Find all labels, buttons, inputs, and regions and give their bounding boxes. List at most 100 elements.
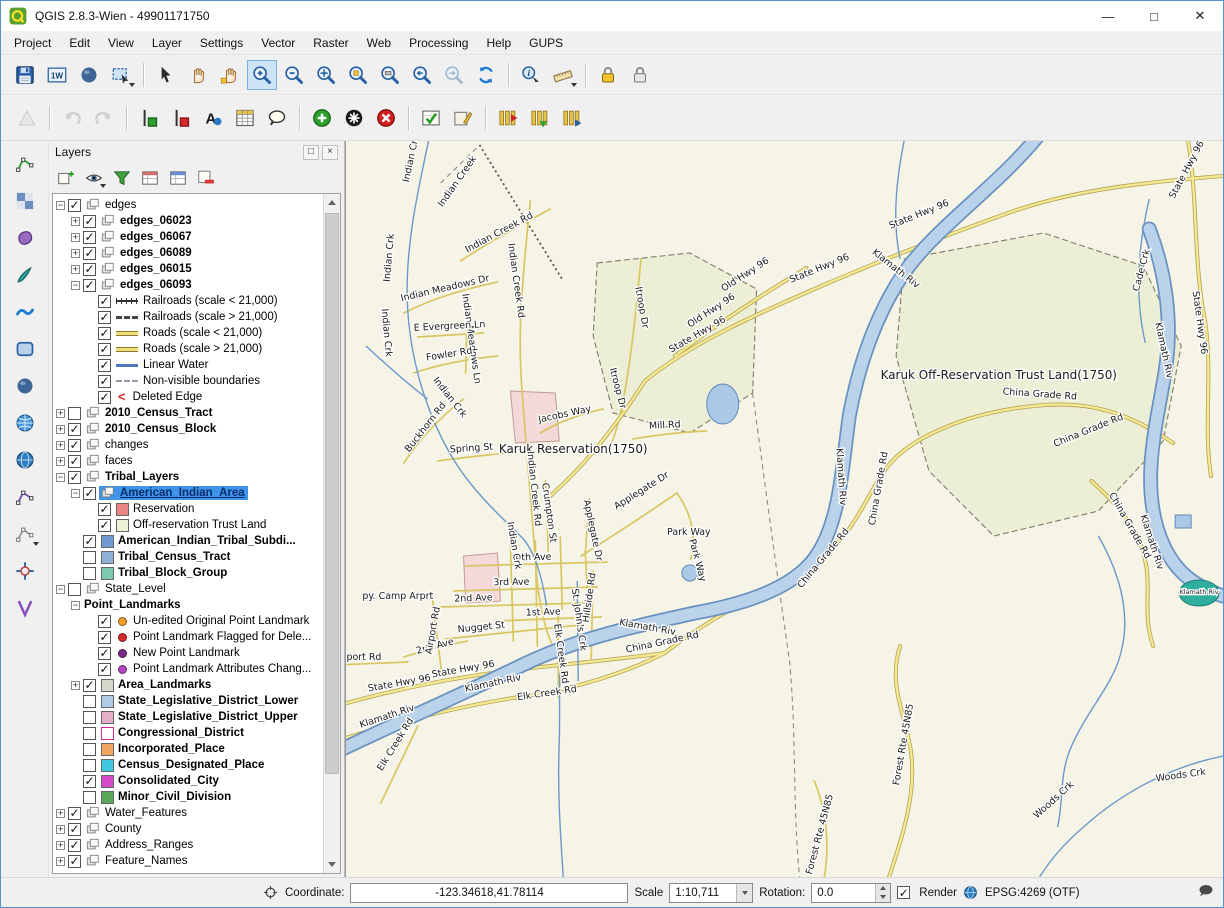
expander-plus-icon[interactable]: + [56,441,65,450]
expander-plus-icon[interactable]: + [56,857,65,866]
dropdown-arrow-icon[interactable] [100,184,106,188]
vertex-more-button[interactable] [10,519,40,549]
polygon-edit-button[interactable] [10,223,40,253]
expander-minus-icon[interactable]: − [56,585,65,594]
close-button[interactable]: ✕ [1177,1,1223,31]
visibility-checkbox[interactable] [98,663,111,676]
map-notes-button[interactable] [262,103,292,133]
zoom-1w-button[interactable]: 1W [42,60,72,90]
crosshair-tool-button[interactable] [10,556,40,586]
visibility-checkbox[interactable] [68,839,81,852]
menu-layer[interactable]: Layer [143,32,191,54]
layer-item-state-legislative-district-lower[interactable]: State_Legislative_District_Lower [53,693,323,709]
menu-vector[interactable]: Vector [252,32,304,54]
visibility-checkbox[interactable] [83,695,96,708]
spin-up-button[interactable] [876,884,890,893]
map-tips-button[interactable] [74,60,104,90]
menu-gups[interactable]: GUPS [520,32,572,54]
visibility-checkbox[interactable] [68,455,81,468]
layer-item-incorporated-place[interactable]: Incorporated_Place [53,741,323,757]
collapse-all-button[interactable] [165,165,191,191]
visibility-checkbox[interactable] [68,199,81,212]
layer-item-address-ranges[interactable]: +Address_Ranges [53,837,323,853]
menu-raster[interactable]: Raster [304,32,357,54]
layer-item-faces[interactable]: +faces [53,453,323,469]
save-button[interactable] [10,60,40,90]
geometry-edit-button[interactable] [448,103,478,133]
messages-icon[interactable] [1197,883,1215,902]
zoom-in-button[interactable] [247,60,277,90]
select-features-button[interactable] [106,60,136,90]
layer-item-2010-census-block[interactable]: +2010_Census_Block [53,421,323,437]
visibility-checkbox[interactable] [83,247,96,260]
layer-item-tribal-census-tract[interactable]: Tribal_Census_Tract [53,549,323,565]
expander-minus-icon[interactable]: − [56,473,65,482]
visibility-checkbox[interactable] [83,279,96,292]
visibility-checkbox[interactable] [68,407,81,420]
redo-button[interactable] [89,103,119,133]
brush-tool-button[interactable] [10,260,40,290]
menu-help[interactable]: Help [477,32,520,54]
visibility-checkbox[interactable] [83,231,96,244]
layer-item-2010-census-tract[interactable]: +2010_Census_Tract [53,405,323,421]
layer-item-edges-06067[interactable]: +edges_06067 [53,229,323,245]
layer-item-new-point-landmark[interactable]: New Point Landmark [53,645,323,661]
zoom-out-button[interactable] [279,60,309,90]
scrollbar-track[interactable] [324,211,340,856]
layer-item-edges[interactable]: −edges [53,197,323,213]
refresh-map-button[interactable] [471,60,501,90]
visibility-checkbox[interactable] [83,679,96,692]
layer-item-edges-06089[interactable]: +edges_06089 [53,245,323,261]
label-features-button[interactable]: A [198,103,228,133]
delete-point-button[interactable] [371,103,401,133]
lock-scale-button[interactable] [593,60,623,90]
layer-item-deleted-edge[interactable]: <Deleted Edge [53,389,323,405]
expander-plus-icon[interactable]: + [71,681,80,690]
visibility-checkbox[interactable] [83,567,96,580]
visibility-checkbox[interactable] [98,343,111,356]
layer-item-un-edited-original-point-landmark[interactable]: Un-edited Original Point Landmark [53,613,323,629]
web-globe-button[interactable] [10,408,40,438]
manage-visibility-button[interactable] [81,165,107,191]
geography-review-button[interactable] [416,103,446,133]
rotation-spin-buttons[interactable] [875,884,890,902]
map-canvas[interactable]: Indian CrkIndian CreekIndian Creek RdInd… [345,141,1223,877]
wave-tool-button[interactable] [10,297,40,327]
expander-plus-icon[interactable]: + [71,217,80,226]
add-linear-feature-button[interactable] [134,103,164,133]
export-shapefiles-button[interactable] [525,103,555,133]
measure-button[interactable] [548,60,578,90]
visibility-checkbox[interactable] [68,855,81,868]
visibility-checkbox[interactable] [68,439,81,452]
layer-item-railroads-scale-21-000[interactable]: Railroads (scale > 21,000) [53,309,323,325]
visibility-checkbox[interactable] [98,631,111,644]
remove-layer-button[interactable] [193,165,219,191]
layer-item-edges-06093[interactable]: −edges_06093 [53,277,323,293]
filter-legend-button[interactable] [109,165,135,191]
expander-plus-icon[interactable]: + [71,249,80,258]
crs-globe-icon[interactable] [963,885,979,901]
layer-item-edges-06015[interactable]: +edges_06015 [53,261,323,277]
visibility-checkbox[interactable] [83,551,96,564]
minimize-button[interactable]: — [1085,1,1131,31]
import-shapefiles-button[interactable] [493,103,523,133]
expander-minus-icon[interactable]: − [56,201,65,210]
layer-item-feature-names[interactable]: +Feature_Names [53,853,323,869]
zoom-next-button[interactable] [439,60,469,90]
layer-item-point-landmarks[interactable]: −Point_Landmarks [53,597,323,613]
layer-item-tribal-layers[interactable]: −Tribal_Layers [53,469,323,485]
globe-tool-button[interactable] [10,445,40,475]
layer-item-linear-water[interactable]: Linear Water [53,357,323,373]
expander-minus-icon[interactable]: − [71,489,80,498]
modify-point-button[interactable] [339,103,369,133]
spin-down-button[interactable] [876,893,890,902]
scrollbar-thumb[interactable] [325,213,339,774]
panel-float-button[interactable]: □ [303,145,319,160]
lock-extent-button[interactable] [625,60,655,90]
visibility-checkbox[interactable] [68,823,81,836]
protractor-button[interactable] [12,103,42,133]
visibility-checkbox[interactable] [83,727,96,740]
layer-item-roads-scale-21-000[interactable]: Roads (scale > 21,000) [53,341,323,357]
layer-item-non-visible-boundaries[interactable]: Non-visible boundaries [53,373,323,389]
layer-item-minor-civil-division[interactable]: Minor_Civil_Division [53,789,323,805]
